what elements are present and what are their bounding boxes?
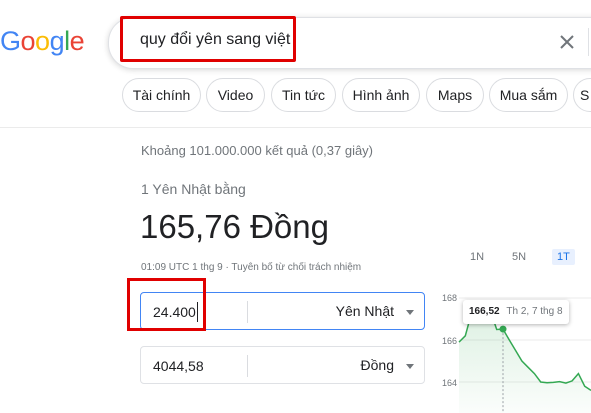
range-tab-1m[interactable]: 1T [552,249,575,265]
chip-more[interactable]: S [573,78,591,112]
chart-tooltip: 166,52 Th 2, 7 thg 8 [463,300,569,324]
chart-highlight-point [499,325,507,333]
field-separator [247,301,248,323]
conversion-label: 1 Yên Nhật bằng [141,181,246,197]
amount-highlight-box [127,278,206,331]
close-icon[interactable] [558,33,576,51]
search-divider [588,28,589,56]
chip-news[interactable]: Tin tức [271,78,336,112]
conversion-meta: 01:09 UTC 1 thg 9 · Tuyên bố từ chối trá… [141,262,362,273]
chip-shopping[interactable]: Mua sắm [489,78,568,112]
range-tab-1d[interactable]: 1N [470,251,484,263]
chip-maps[interactable]: Maps [426,78,484,112]
chip-finance[interactable]: Tài chính [122,78,201,112]
tooltip-date: Th 2, 7 thg 8 [506,306,563,317]
chevron-down-icon[interactable] [406,310,414,315]
tooltip-value: 166,52 [469,306,500,317]
google-logo[interactable]: Google [0,26,85,57]
to-currency-select[interactable]: Đồng [361,357,394,373]
result-stats: Khoảng 101.000.000 kết quả (0,37 giây) [141,143,374,158]
conversion-result: 165,76 Đồng [140,208,329,245]
header-divider [0,127,591,128]
chip-video[interactable]: Video [206,78,265,112]
range-tab-5d[interactable]: 5N [512,251,526,263]
chip-images[interactable]: Hình ảnh [342,78,420,112]
search-highlight-box [120,16,296,62]
to-currency-field[interactable]: 4044,58 Đồng [140,346,425,384]
to-amount-input[interactable]: 4044,58 [153,358,204,374]
field-separator [247,355,248,377]
chevron-down-icon[interactable] [406,364,414,369]
from-currency-select[interactable]: Yên Nhật [336,303,394,319]
